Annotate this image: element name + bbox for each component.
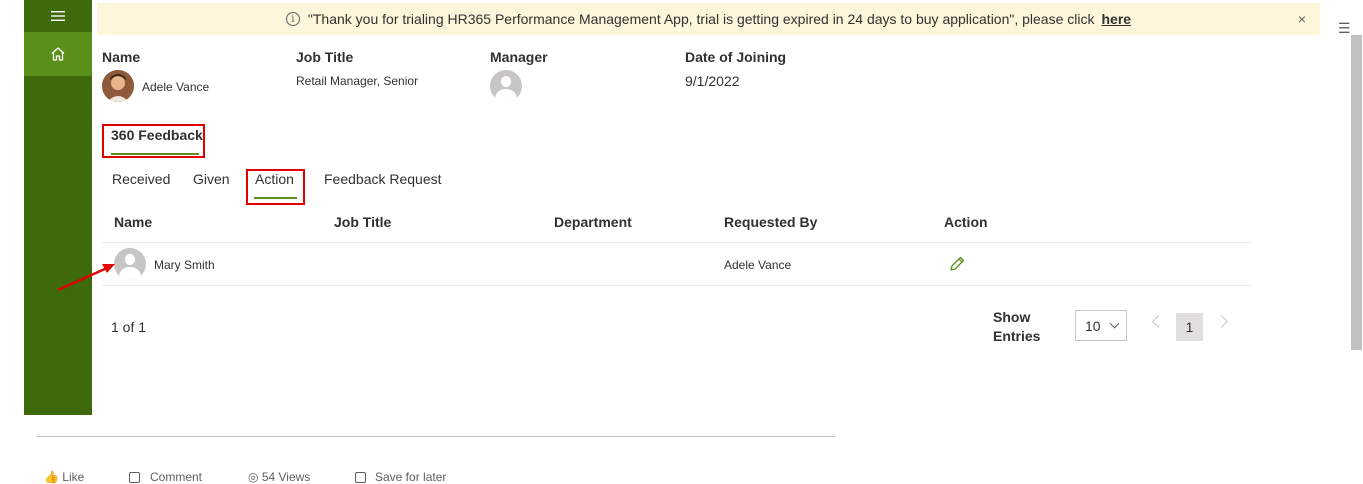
annotation-highlight-box [246, 169, 305, 205]
column-header-department[interactable]: Department [554, 214, 632, 230]
hamburger-menu-button[interactable] [24, 0, 92, 32]
pagination-summary: 1 of 1 [111, 319, 147, 335]
comment-icon [129, 472, 140, 483]
column-header-requested-by[interactable]: Requested By [724, 214, 817, 230]
edit-pencil-icon[interactable] [948, 255, 966, 273]
app-sidebar [24, 0, 92, 415]
home-icon [51, 47, 65, 61]
column-header-job-title[interactable]: Job Title [334, 214, 391, 230]
home-nav-button[interactable] [24, 32, 92, 76]
bookmark-icon [355, 472, 366, 483]
footer-divider [36, 436, 836, 437]
chevron-right-icon[interactable] [1215, 315, 1228, 328]
vertical-scrollbar-thumb[interactable] [1351, 35, 1362, 350]
chevron-down-icon [1109, 318, 1120, 329]
manager-header: Manager [490, 49, 548, 65]
chevron-left-icon[interactable] [1152, 315, 1165, 328]
job-title-header: Job Title [296, 49, 354, 65]
table-divider [102, 242, 1251, 243]
tab-feedback-request[interactable]: Feedback Request [324, 171, 442, 187]
like-icon: 👍 [44, 470, 59, 484]
views-count: ◎ 54 Views [248, 470, 310, 484]
profile-name: Adele Vance [142, 80, 210, 94]
user-avatar-photo [102, 70, 134, 102]
like-label: Like [62, 470, 85, 484]
annotation-arrow [57, 264, 115, 292]
column-header-action[interactable]: Action [944, 214, 988, 230]
tab-given[interactable]: Given [193, 171, 230, 187]
show-label: Show [993, 309, 1031, 325]
hamburger-icon [51, 11, 65, 21]
buy-here-link[interactable]: here [1102, 11, 1132, 27]
trial-message: "Thank you for trialing HR365 Performanc… [307, 11, 1095, 27]
comment-button[interactable]: Comment [150, 470, 202, 484]
date-of-joining-value: 9/1/2022 [685, 73, 740, 89]
like-button[interactable]: 👍 Like [44, 470, 84, 484]
entries-per-page-select[interactable]: 10 [1075, 310, 1127, 341]
entries-value: 10 [1085, 317, 1101, 334]
close-icon[interactable]: × [1298, 11, 1306, 27]
tab-received[interactable]: Received [112, 171, 170, 187]
profile-name-header: Name [102, 49, 141, 65]
info-icon: i [285, 12, 300, 26]
entries-label: Entries [993, 328, 1041, 344]
profile-job-title: Retail Manager, Senior [296, 74, 419, 88]
table-divider [102, 285, 1251, 286]
save-for-later-button[interactable]: Save for later [375, 470, 446, 484]
manager-avatar [490, 70, 522, 102]
trial-banner: i "Thank you for trialing HR365 Performa… [97, 3, 1320, 35]
page-button-current[interactable]: 1 [1176, 313, 1203, 341]
column-header-name[interactable]: Name [114, 214, 152, 230]
side-menu-icon[interactable]: ☰ [1338, 20, 1351, 37]
views-label: 54 Views [261, 470, 311, 484]
annotation-highlight-box [102, 124, 205, 158]
row-name: Mary Smith [154, 258, 215, 272]
date-of-joining-header: Date of Joining [685, 49, 787, 65]
eye-icon: ◎ [248, 470, 259, 484]
row-requested-by: Adele Vance [724, 258, 792, 272]
